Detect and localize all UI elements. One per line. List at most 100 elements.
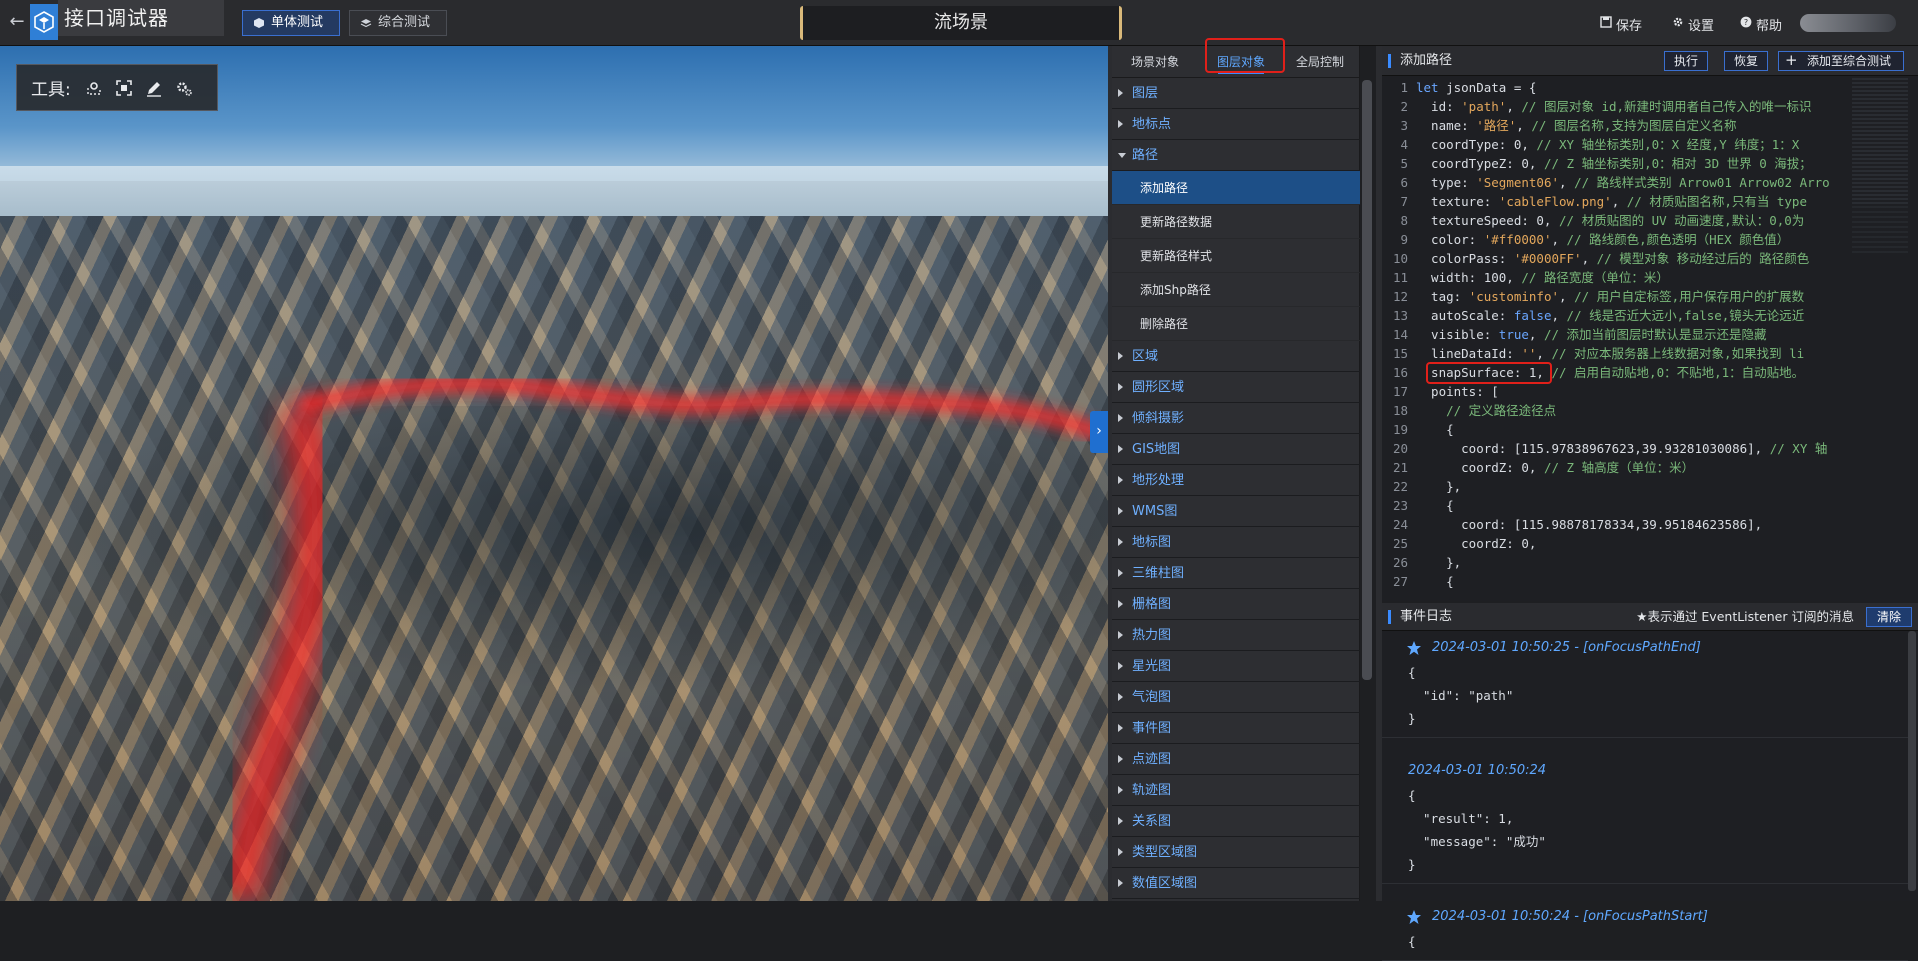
path-segment-valley bbox=[219, 400, 336, 901]
settings-label: 设置 bbox=[1688, 19, 1715, 34]
caret-right-icon[interactable] bbox=[1118, 383, 1123, 391]
caret-right-icon[interactable] bbox=[1118, 569, 1123, 577]
gear-icon bbox=[1673, 17, 1683, 27]
caret-down-icon[interactable] bbox=[1118, 153, 1126, 158]
line-number: 6 bbox=[1400, 175, 1408, 190]
tree-node[interactable]: GIS地图 bbox=[1112, 434, 1360, 465]
tree-node[interactable]: 轨迹图 bbox=[1112, 775, 1360, 806]
caret-right-icon[interactable] bbox=[1118, 476, 1123, 484]
restore-button[interactable]: 恢复 bbox=[1724, 51, 1768, 71]
log-title: 事件日志 bbox=[1400, 609, 1453, 624]
tree-node[interactable]: WMS图 bbox=[1112, 496, 1360, 527]
tree-node[interactable]: 地形处理 bbox=[1112, 465, 1360, 496]
line-number: 16 bbox=[1392, 365, 1408, 380]
tree-node[interactable]: 数值区域图 bbox=[1112, 868, 1360, 899]
pen-icon[interactable] bbox=[143, 77, 165, 99]
caret-right-icon[interactable] bbox=[1118, 352, 1123, 360]
tree-leaf[interactable]: 添加路径 bbox=[1112, 171, 1360, 205]
tree-node[interactable]: 类型区域图 bbox=[1112, 837, 1360, 868]
tree-node-label: 地形处理 bbox=[1132, 473, 1185, 488]
star-icon bbox=[1407, 910, 1421, 924]
tree-leaf[interactable]: 删除路径 bbox=[1112, 307, 1360, 341]
tree-leaf[interactable]: 更新路径样式 bbox=[1112, 239, 1360, 273]
tree-node[interactable]: 倾斜摄影 bbox=[1112, 403, 1360, 434]
tab-combined-test[interactable]: 综合测试 bbox=[349, 10, 447, 36]
clear-log-button[interactable]: 清除 bbox=[1866, 607, 1912, 627]
tree-node[interactable]: 关系图 bbox=[1112, 806, 1360, 837]
caret-right-icon[interactable] bbox=[1118, 631, 1123, 639]
caret-right-icon[interactable] bbox=[1118, 507, 1123, 515]
tree-node[interactable]: 星光图 bbox=[1112, 651, 1360, 682]
caret-right-icon[interactable] bbox=[1118, 600, 1123, 608]
tree-node[interactable]: 地标图 bbox=[1112, 527, 1360, 558]
tab-scene-objects[interactable]: 场景对象 bbox=[1112, 46, 1198, 78]
caret-right-icon[interactable] bbox=[1118, 848, 1123, 856]
tree-node[interactable]: 栅格图 bbox=[1112, 589, 1360, 620]
toolbox: 工具: bbox=[16, 64, 218, 111]
tree-node[interactable]: 区域 bbox=[1112, 341, 1360, 372]
tree-node[interactable]: 圆形区域 bbox=[1112, 372, 1360, 403]
line-number: 25 bbox=[1392, 536, 1408, 551]
help-label: 帮助 bbox=[1756, 19, 1783, 34]
caret-right-icon[interactable] bbox=[1118, 724, 1123, 732]
tree-node[interactable]: 气泡图 bbox=[1112, 682, 1360, 713]
log-entry-body: { bbox=[1408, 934, 1416, 949]
collapse-panel-handle[interactable]: › bbox=[1090, 411, 1108, 453]
log-entry: 2024-03-01 10:50:24 - [onFocusPathStart]… bbox=[1382, 904, 1908, 961]
caret-right-icon[interactable] bbox=[1118, 89, 1123, 97]
frame-select-icon[interactable] bbox=[113, 77, 135, 99]
code-minimap[interactable] bbox=[1852, 78, 1908, 206]
tab-global-control[interactable]: 全局控制 bbox=[1280, 46, 1360, 78]
gear-settings-icon[interactable] bbox=[173, 77, 195, 99]
code-minimap-lower bbox=[1852, 206, 1908, 254]
app-logo-icon bbox=[30, 4, 58, 40]
run-button[interactable]: 执行 bbox=[1664, 51, 1708, 71]
location-pin-icon[interactable] bbox=[83, 77, 105, 99]
code-area[interactable]: 1 let jsonData = {2 id: 'path', // 图层对象 i… bbox=[1382, 78, 1852, 591]
caret-right-icon[interactable] bbox=[1118, 755, 1123, 763]
add-to-combined-button[interactable]: + 添加至综合测试 bbox=[1778, 51, 1904, 71]
settings-button[interactable]: 设置 bbox=[1672, 15, 1714, 34]
caret-right-icon[interactable] bbox=[1118, 120, 1123, 128]
caret-right-icon[interactable] bbox=[1118, 538, 1123, 546]
code-text: { bbox=[1416, 498, 1454, 513]
caret-right-icon[interactable] bbox=[1118, 414, 1123, 422]
tree-node[interactable]: 点迹图 bbox=[1112, 744, 1360, 775]
tree-node[interactable]: 事件图 bbox=[1112, 713, 1360, 744]
caret-right-icon[interactable] bbox=[1118, 693, 1123, 701]
tree-node[interactable]: 图层 bbox=[1112, 78, 1360, 109]
tree-node[interactable]: 三维柱图 bbox=[1112, 558, 1360, 589]
line-number: 12 bbox=[1392, 289, 1408, 304]
caret-right-icon[interactable] bbox=[1118, 445, 1123, 453]
tree-scrollbar[interactable] bbox=[1362, 80, 1372, 680]
back-arrow-icon[interactable]: ← bbox=[6, 10, 28, 36]
caret-right-icon[interactable] bbox=[1118, 662, 1123, 670]
tab-single-test[interactable]: 单体测试 bbox=[242, 10, 340, 36]
code-text: width: 100, // 路径宽度（单位：米） bbox=[1416, 270, 1669, 285]
tree-node[interactable]: 热力图 bbox=[1112, 620, 1360, 651]
log-scrollbar[interactable] bbox=[1908, 631, 1916, 891]
help-button[interactable]: ? 帮助 bbox=[1740, 15, 1782, 34]
code-line: 26 }, bbox=[1382, 553, 1852, 572]
code-line: 22 }, bbox=[1382, 477, 1852, 496]
line-number: 8 bbox=[1400, 213, 1408, 228]
line-number: 5 bbox=[1400, 156, 1408, 171]
caret-right-icon[interactable] bbox=[1118, 879, 1123, 887]
tree-node[interactable]: 地标点 bbox=[1112, 109, 1360, 140]
code-text: visible: true, // 添加当前图层时默认是显示还是隐藏 bbox=[1416, 327, 1767, 342]
caret-right-icon[interactable] bbox=[1118, 817, 1123, 825]
header-accent bbox=[1388, 610, 1391, 624]
log-entry-timestamp: 2024-03-01 10:50:24 bbox=[1408, 763, 1547, 778]
tree-leaf[interactable]: 添加Shp路径 bbox=[1112, 273, 1360, 307]
caret-right-icon[interactable] bbox=[1118, 786, 1123, 794]
code-text: coordType: 0, // XY 轴坐标类别,0：X 经度,Y 纬度；1：… bbox=[1416, 137, 1800, 152]
save-button[interactable]: 保存 bbox=[1600, 15, 1642, 34]
line-number: 3 bbox=[1400, 118, 1408, 133]
tree-node-label: 区域 bbox=[1132, 349, 1159, 364]
log-entry-body: { "id": "path" } bbox=[1408, 665, 1514, 726]
tree-leaf[interactable]: 更新路径数据 bbox=[1112, 205, 1360, 239]
user-avatar[interactable] bbox=[1800, 14, 1896, 32]
tree-node[interactable]: 路径 bbox=[1112, 140, 1360, 171]
code-line: 25 coordZ: 0, bbox=[1382, 534, 1852, 553]
3d-viewport[interactable]: 工具: › bbox=[0, 46, 1108, 901]
